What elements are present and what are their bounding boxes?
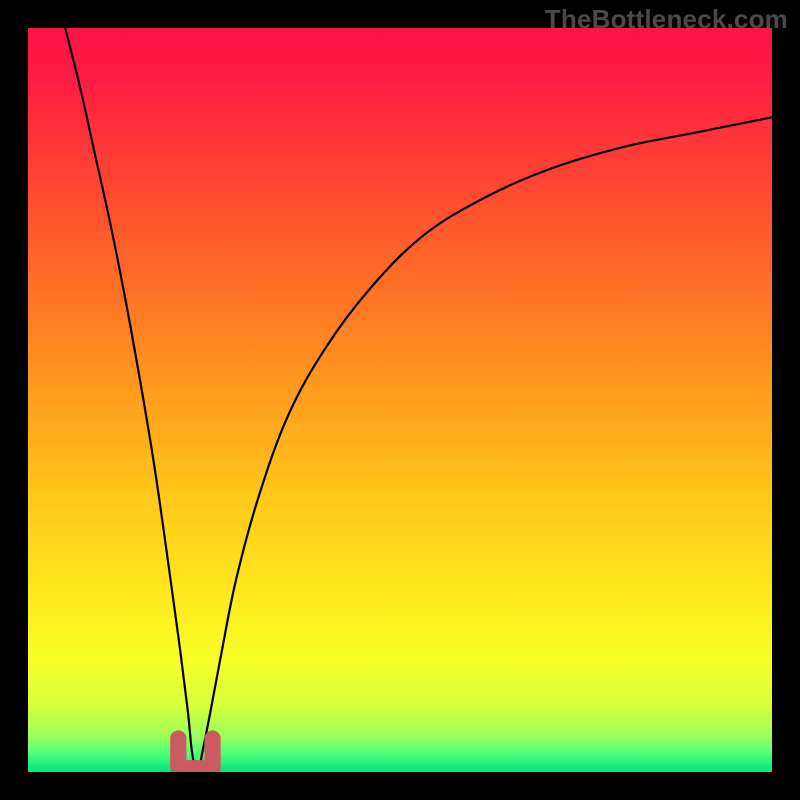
bottleneck-chart: [28, 28, 772, 772]
chart-frame: TheBottleneck.com: [0, 0, 800, 800]
plot-area: [28, 28, 772, 772]
